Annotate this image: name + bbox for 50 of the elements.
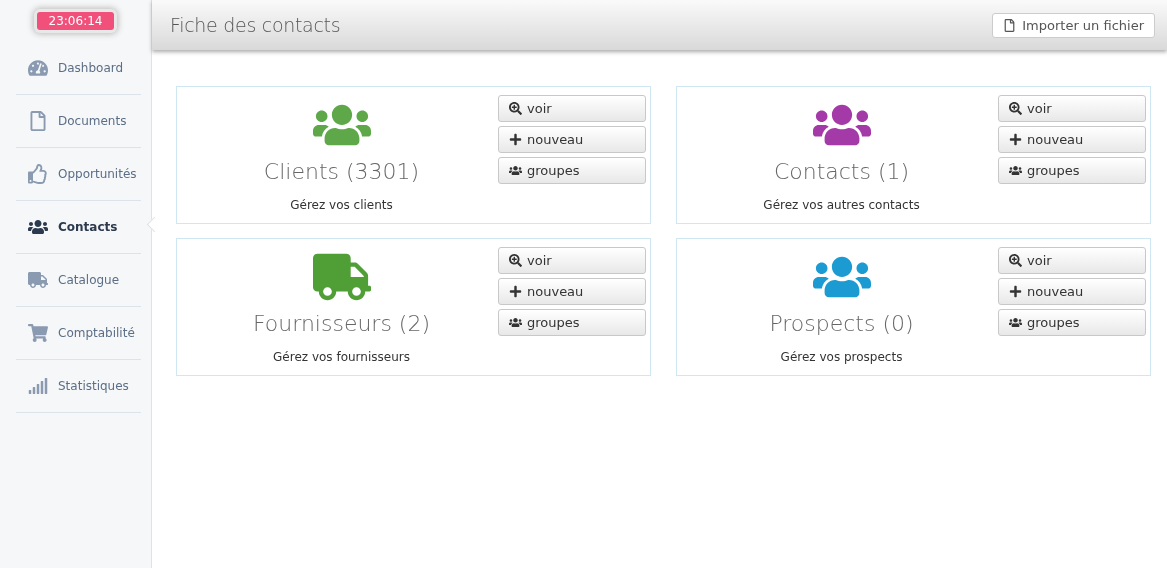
truck-icon: [28, 270, 48, 290]
file-icon: [28, 111, 48, 131]
card-description: Gérez vos fournisseurs: [273, 350, 410, 364]
sidebar-item[interactable]: Statistiques: [16, 360, 141, 413]
signal-bars-icon: [28, 376, 48, 396]
thumbs-up-icon: [28, 164, 48, 184]
card-title: Contacts (1): [773, 159, 910, 184]
card-title: Clients (3301): [263, 159, 420, 184]
sidebar-item[interactable]: Comptabilité: [16, 307, 141, 360]
new-button[interactable]: nouveau: [998, 126, 1146, 153]
zoom-icon: [509, 254, 522, 267]
card-title: Prospects (0): [769, 311, 914, 336]
sidebar-item[interactable]: Dashboard: [16, 42, 141, 95]
plus-icon: [509, 133, 522, 146]
sidebar-item[interactable]: Contacts: [16, 201, 141, 254]
new-button[interactable]: nouveau: [498, 278, 646, 305]
users-icon: [509, 316, 522, 329]
file-icon: [1003, 18, 1017, 32]
zoom-icon: [509, 102, 522, 115]
cart-icon: [28, 323, 48, 343]
card-description: Gérez vos clients: [290, 198, 393, 212]
card-description: Gérez vos prospects: [780, 350, 903, 364]
page-title: Fiche des contacts: [170, 14, 341, 36]
card-title: Fournisseurs (2): [252, 311, 431, 336]
card-description: Gérez vos autres contacts: [763, 198, 920, 212]
import-button[interactable]: Importer un fichier: [992, 12, 1155, 38]
groups-button[interactable]: groupes: [998, 157, 1146, 184]
view-button[interactable]: voir: [498, 247, 646, 274]
clock: 23:06:14: [36, 12, 115, 30]
dashboard-icon: [28, 58, 48, 78]
users-icon: [28, 217, 48, 237]
zoom-icon: [1009, 102, 1022, 115]
users-icon: [509, 164, 522, 177]
view-button[interactable]: voir: [998, 95, 1146, 122]
view-button[interactable]: voir: [998, 247, 1146, 274]
sidebar-item[interactable]: Catalogue: [16, 254, 141, 307]
zoom-icon: [1009, 254, 1022, 267]
groups-button[interactable]: groupes: [498, 309, 646, 336]
groups-button[interactable]: groupes: [498, 157, 646, 184]
groups-button[interactable]: groupes: [998, 309, 1146, 336]
view-button[interactable]: voir: [498, 95, 646, 122]
new-button[interactable]: nouveau: [498, 126, 646, 153]
new-button[interactable]: nouveau: [998, 278, 1146, 305]
plus-icon: [509, 285, 522, 298]
users-icon: [1009, 164, 1022, 177]
plus-icon: [1009, 133, 1022, 146]
sidebar-item[interactable]: Documents: [16, 95, 141, 148]
users-icon: [1009, 316, 1022, 329]
plus-icon: [1009, 285, 1022, 298]
sidebar-item[interactable]: Opportunités: [16, 148, 141, 201]
